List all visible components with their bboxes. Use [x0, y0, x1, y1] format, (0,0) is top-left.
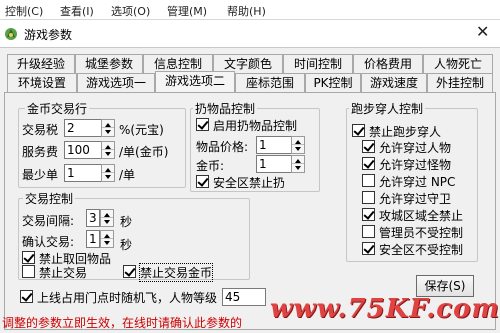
item-price-label: 物品价格:: [196, 140, 249, 154]
tab-coord-range[interactable]: 座标范围: [235, 73, 305, 92]
tax-input[interactable]: 2: [64, 119, 102, 137]
ban-gold-trade-label: 禁止交易金币: [138, 263, 214, 282]
confirm-trade-spinner[interactable]: [100, 230, 114, 248]
ban-run-through-checkbox[interactable]: [352, 124, 365, 137]
min-unit: /单: [119, 168, 136, 182]
safezone-exempt-checkbox[interactable]: [362, 242, 375, 255]
trade-interval-unit: 秒: [120, 215, 133, 229]
title-bar: 游戏参数 ✕: [0, 20, 500, 48]
allow-through-monsters-label: 允许穿过怪物: [379, 158, 452, 172]
window-title: 游戏参数: [24, 28, 73, 42]
admin-exempt-checkbox[interactable]: [362, 225, 375, 238]
tab-char-death[interactable]: 人物死亡: [423, 54, 493, 73]
ban-trade-label: 禁止交易: [39, 266, 88, 280]
walk-through-legend: 跑步穿人控制: [349, 100, 426, 117]
tax-label: 交易税: [22, 123, 59, 137]
tab-upgrade-exp[interactable]: 升级经验: [7, 54, 75, 73]
enable-item-control-label: 启用扔物品控制: [213, 119, 298, 133]
item-price-spinner[interactable]: [291, 136, 305, 154]
item-gold-spinner[interactable]: [291, 155, 305, 173]
status-hint: 调整的参数立即生效，在线时请确认此参数的: [2, 316, 243, 330]
confirm-trade-unit: 秒: [120, 238, 133, 252]
min-label: 最少单: [22, 168, 59, 182]
gold-trade-legend: 金币交易行: [25, 100, 90, 117]
min-spinner[interactable]: [101, 164, 115, 182]
ban-trade-checkbox[interactable]: [22, 265, 35, 278]
tab-env-settings[interactable]: 环境设置: [7, 73, 77, 92]
min-input[interactable]: 1: [64, 164, 102, 182]
tab-game-options-1[interactable]: 游戏选项一: [77, 73, 155, 92]
allow-through-npc-label: 允许穿过 NPC: [379, 175, 456, 189]
fee-label: 服务费: [22, 145, 59, 159]
trade-interval-input[interactable]: 3: [86, 209, 100, 227]
menu-view[interactable]: 查看(I): [60, 3, 94, 19]
item-gold-input[interactable]: 1: [256, 155, 292, 173]
tax-unit: %(元宝): [119, 123, 164, 137]
fee-input[interactable]: 100: [64, 141, 102, 159]
tab-time-control[interactable]: 时间控制: [283, 54, 353, 73]
siege-area-ban-checkbox[interactable]: [362, 208, 375, 221]
safezone-no-drop-label: 安全区禁止扔: [213, 176, 286, 190]
allow-through-monsters-checkbox[interactable]: [362, 157, 375, 170]
menu-options[interactable]: 选项(O): [111, 3, 150, 19]
ban-retrieve-checkbox[interactable]: [22, 251, 35, 264]
allow-through-guards-checkbox[interactable]: [362, 191, 375, 204]
online-random-fly-label: 上线占用门点时随机飞，人物等级: [37, 291, 218, 305]
close-icon[interactable]: ✕: [476, 22, 489, 41]
char-level-input[interactable]: 45: [222, 288, 266, 306]
allow-through-chars-label: 允许穿过人物: [379, 141, 452, 155]
watermark-logo: www.75KF.com: [270, 294, 500, 324]
fee-spinner[interactable]: [101, 141, 115, 159]
trade-interval-spinner[interactable]: [100, 209, 114, 227]
allow-through-chars-checkbox[interactable]: [362, 140, 375, 153]
confirm-trade-label: 确认交易:: [22, 235, 75, 249]
safezone-no-drop-checkbox[interactable]: [196, 175, 209, 188]
enable-item-control-checkbox[interactable]: [196, 118, 209, 131]
allow-through-npc-checkbox[interactable]: [362, 174, 375, 187]
confirm-trade-input[interactable]: 1: [86, 230, 100, 248]
menu-control[interactable]: 控制(C): [5, 3, 43, 19]
tab-price-fee[interactable]: 价格费用: [353, 54, 423, 73]
ban-gold-trade-checkbox[interactable]: [123, 265, 136, 278]
item-control-legend: 扔物品控制: [193, 100, 258, 117]
siege-area-ban-label: 攻城区域全禁止: [379, 209, 464, 223]
tab-pk-control[interactable]: PK控制: [305, 73, 361, 92]
allow-through-guards-label: 允许穿过守卫: [379, 192, 452, 206]
tax-spinner[interactable]: [101, 119, 115, 137]
menu-bar: 控制(C) 查看(I) 选项(O) 管理(M) 帮助(H): [0, 0, 500, 20]
menu-help[interactable]: 帮助(H): [227, 3, 266, 19]
tab-castle-params[interactable]: 城堡参数: [75, 54, 143, 73]
tab-game-options-2[interactable]: 游戏选项二: [155, 71, 235, 92]
app-icon: [3, 26, 19, 42]
fee-unit: /单(金币): [119, 145, 169, 159]
trade-control-legend: 交易控制: [23, 190, 76, 207]
admin-exempt-label: 管理员不受控制: [379, 226, 464, 240]
item-price-input[interactable]: 1: [256, 136, 292, 154]
menu-manage[interactable]: 管理(M): [167, 3, 207, 19]
safezone-exempt-label: 安全区不受控制: [379, 243, 464, 257]
trade-interval-label: 交易间隔:: [22, 214, 75, 228]
tab-game-speed[interactable]: 游戏速度: [361, 73, 427, 92]
online-random-fly-checkbox[interactable]: [20, 290, 33, 303]
ban-run-through-label: 禁止跑步穿人: [369, 125, 442, 139]
item-gold-label: 金币:: [196, 159, 225, 173]
tab-plugin-control[interactable]: 外挂控制: [427, 73, 493, 92]
